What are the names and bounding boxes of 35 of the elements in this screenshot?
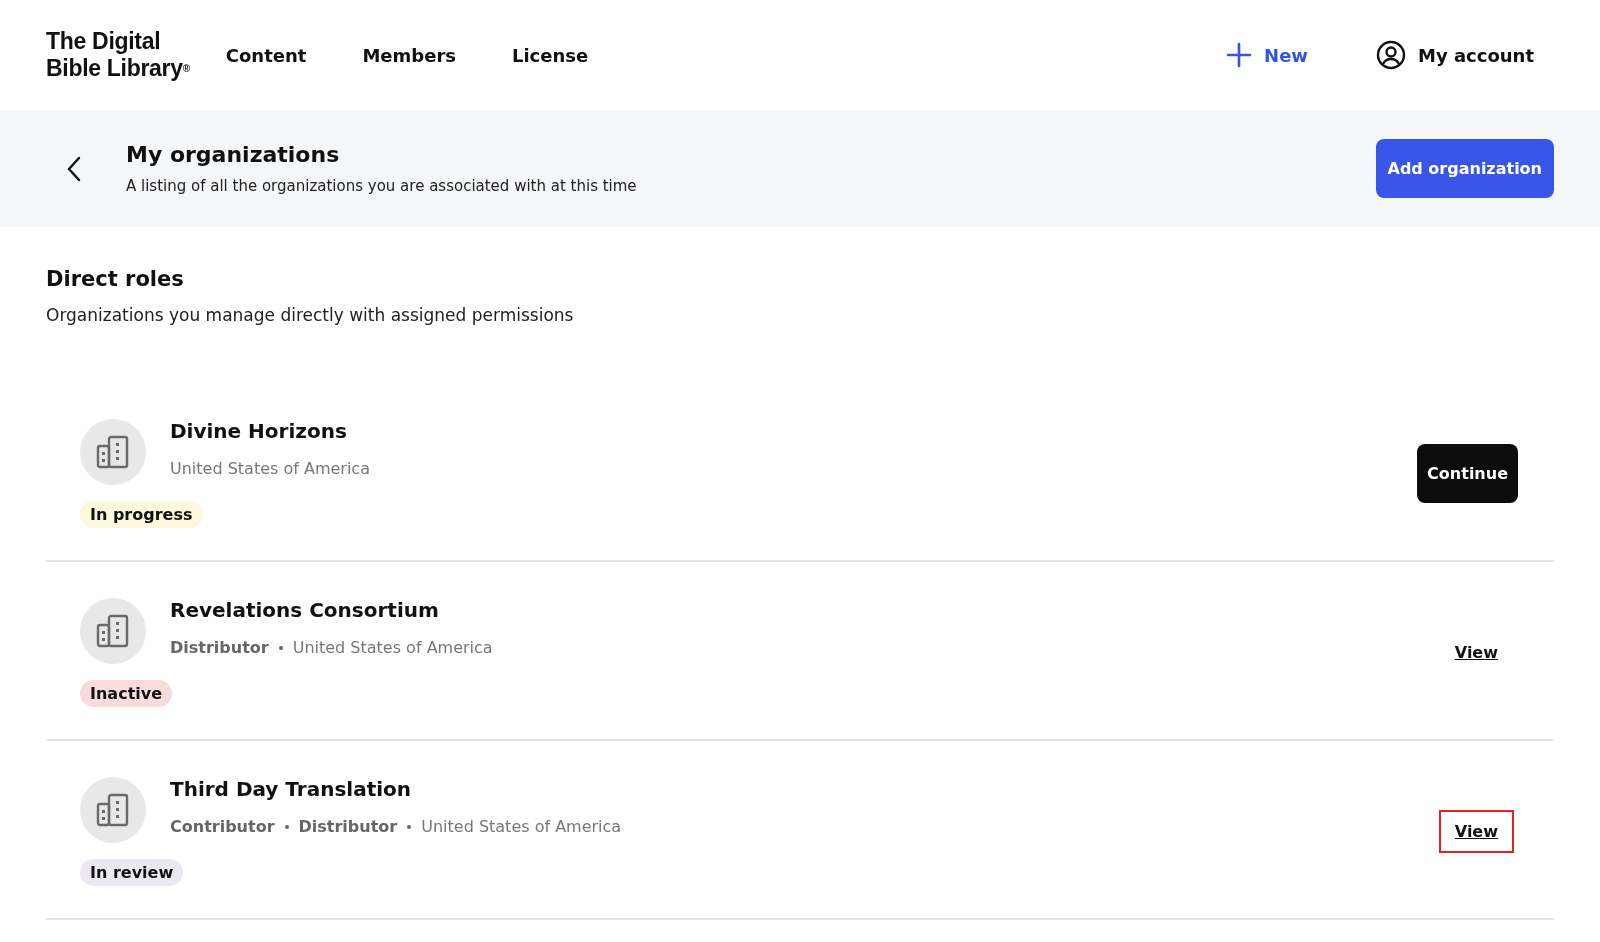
status-badge: Inactive [80, 680, 173, 707]
separator-dot [278, 645, 283, 650]
section-subtitle: Organizations you manage directly with assigned permissions [46, 305, 575, 325]
building-icon [95, 792, 131, 828]
page-title: My organizations [126, 142, 341, 167]
nav-link[interactable]: Content [217, 40, 315, 70]
view-link[interactable]: View [1438, 810, 1514, 853]
account-button[interactable]: My account [1370, 39, 1554, 71]
continue-button[interactable]: Continue [1417, 444, 1518, 503]
plus-icon [1226, 42, 1253, 68]
separator-dot [407, 824, 412, 829]
section-title: Direct roles [46, 267, 185, 291]
country-label: United States of America [170, 459, 370, 478]
logo-text: Bible Library$^{®}$ [46, 55, 190, 82]
organization-name: Revelations Consortium [170, 598, 440, 622]
separator-dot [284, 824, 289, 829]
nav-link[interactable]: Members [354, 40, 464, 70]
building-icon [95, 613, 131, 649]
chevron-left-icon [66, 155, 82, 182]
organization-name: Divine Horizons [170, 419, 348, 443]
country-label: United States of America [292, 638, 493, 657]
nav-link[interactable]: License [503, 40, 597, 70]
country-label: United States of America [421, 817, 622, 836]
page-subtitle: A listing of all the organizations you are associated with at this time [126, 177, 638, 195]
logo-text: The Digital [46, 28, 162, 55]
status-badge: In review [80, 859, 184, 886]
add-organization-button[interactable]: Add organization [1375, 139, 1554, 198]
building-icon [95, 434, 131, 470]
user-icon [1376, 40, 1406, 70]
role-label: Contributor [170, 817, 275, 836]
status-badge: In progress [80, 501, 203, 528]
role-label: Distributor [170, 638, 269, 657]
new-button[interactable]: New [1220, 41, 1314, 69]
organization-name: Third Day Translation [170, 777, 413, 801]
role-label: Distributor [298, 817, 398, 836]
